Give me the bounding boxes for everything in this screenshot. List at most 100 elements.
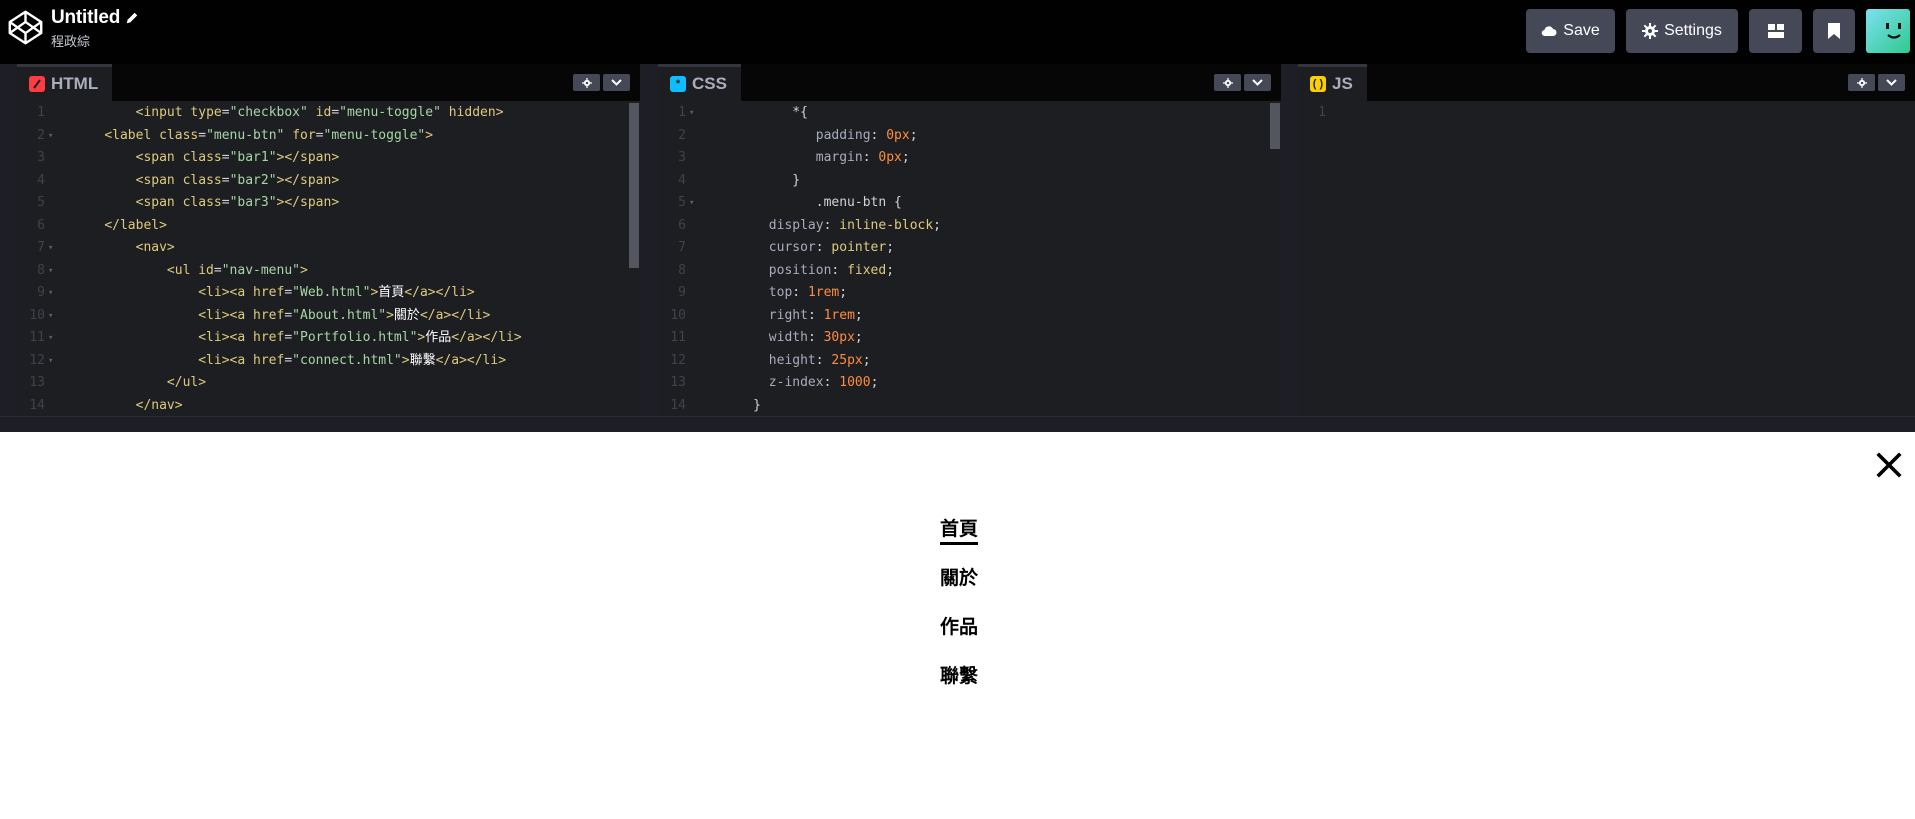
code-token: width (768, 330, 808, 345)
code-line[interactable]: 10 ▾ <li><a href="About.html">關於</a></li> (17, 305, 640, 327)
js-collapse-button[interactable] (1878, 74, 1905, 91)
code-line[interactable]: 12 height: 25px; (658, 350, 1281, 372)
html-scrollbar[interactable] (629, 103, 639, 268)
code-line[interactable]: 1 (1298, 102, 1915, 124)
nav-link[interactable]: 首頁 (940, 514, 979, 545)
css-code-area[interactable]: 1 ▾ *{2 padding: 0px; 3 margin: 0px; 4 } 5 ▾ … (658, 101, 1281, 416)
code-line[interactable]: 9 ▾ <li><a href="Web.html">首頁</a></li> (17, 282, 640, 304)
user-avatar[interactable] (1866, 9, 1910, 53)
html-settings-button[interactable] (573, 74, 600, 91)
code-line[interactable]: 3 <span class="bar1"></span> (17, 147, 640, 169)
code-token: <span (135, 172, 183, 188)
pen-author[interactable]: 程政綜 (51, 31, 139, 50)
line-number: 14 (670, 397, 686, 413)
code-token: "bar2" (229, 172, 277, 188)
code-line[interactable]: 3 margin: 0px; (658, 147, 1281, 169)
code-line[interactable]: 8 position: fixed; (658, 260, 1281, 282)
code-line[interactable]: 11 ▾ <li><a href="Portfolio.html">作品</a><… (17, 327, 640, 349)
code-line[interactable]: 11 width: 30px; (658, 327, 1281, 349)
code-line[interactable]: 8 ▾ <ul id="nav-menu"> (17, 260, 640, 282)
code-line[interactable]: 1 <input type="checkbox" id="menu-toggle… (17, 102, 640, 124)
codepen-logo-icon[interactable] (7, 9, 44, 46)
code-line[interactable]: 12 ▾ <li><a href="connect.html">聯繫</a></l… (17, 350, 640, 372)
fold-arrow-icon[interactable]: ▾ (689, 192, 694, 214)
line-number: 2 (678, 127, 686, 143)
css-scrollbar[interactable] (1270, 103, 1280, 149)
code-token: } (792, 172, 801, 188)
settings-button[interactable]: Settings (1626, 9, 1738, 53)
fold-arrow-icon[interactable]: ▾ (48, 260, 53, 282)
code-line[interactable]: 4 <span class="bar2"></span> (17, 170, 640, 192)
save-button[interactable]: Save (1526, 9, 1615, 53)
code-line[interactable]: 6 display: inline-block; (658, 215, 1281, 237)
code-text: .menu-btn { (714, 192, 902, 214)
code-line[interactable]: 14 </nav> (17, 395, 640, 417)
js-settings-button[interactable] (1848, 74, 1875, 91)
nav-link[interactable]: 聯繫 (940, 661, 978, 688)
fold-arrow-icon[interactable]: ▾ (48, 282, 53, 304)
fold-arrow-icon[interactable]: ▾ (48, 305, 53, 327)
preview-resize-handle[interactable] (0, 416, 1915, 432)
html-code-area[interactable]: 1 <input type="checkbox" id="menu-toggle… (17, 101, 640, 416)
code-line[interactable]: 9 top: 1rem; (658, 282, 1281, 304)
close-icon[interactable] (1873, 449, 1905, 481)
code-line[interactable]: 5 ▾ .menu-btn { (658, 192, 1281, 214)
avatar-face-icon (1866, 9, 1910, 53)
code-token: id (315, 105, 332, 120)
code-line[interactable]: 1 ▾ *{ (658, 102, 1281, 124)
fold-arrow-icon[interactable]: ▾ (689, 102, 694, 124)
bookmark-button[interactable] (1813, 9, 1855, 53)
code-token: class (159, 127, 199, 143)
code-line[interactable]: 2 padding: 0px; (658, 125, 1281, 147)
tab-html[interactable]: HTML (17, 64, 113, 101)
nav-link[interactable]: 關於 (940, 563, 978, 590)
code-token: = (284, 330, 293, 345)
fold-arrow-icon[interactable]: ▾ (48, 327, 53, 349)
code-token: > (401, 352, 410, 368)
code-token: "connect.html" (292, 352, 402, 368)
line-number: 6 (678, 217, 686, 233)
nav-link[interactable]: 作品 (940, 612, 978, 639)
js-code-area[interactable]: 1 (1298, 101, 1915, 416)
code-text: z-index: 1000; (714, 372, 879, 394)
fold-arrow-icon[interactable]: ▾ (48, 350, 53, 372)
code-line[interactable]: 5 <span class="bar3"></span> (17, 192, 640, 214)
code-line[interactable]: 4 } (658, 170, 1281, 192)
html-collapse-button[interactable] (603, 74, 630, 91)
code-token: : (815, 352, 832, 368)
code-token: = (221, 172, 230, 188)
code-token: </a></li> (451, 330, 522, 345)
css-settings-button[interactable] (1214, 74, 1241, 91)
code-line[interactable]: 7 cursor: pointer; (658, 237, 1281, 259)
code-line[interactable]: 13 z-index: 1000; (658, 372, 1281, 394)
bookmark-icon (1828, 23, 1840, 39)
code-line[interactable]: 14 } (658, 395, 1281, 417)
tab-js[interactable]: ( ) JS (1298, 64, 1367, 101)
css-collapse-button[interactable] (1244, 74, 1271, 91)
code-token: > (300, 262, 308, 278)
code-line[interactable]: 7 ▾ <nav> (17, 237, 640, 259)
line-number: 3 (37, 150, 45, 165)
tab-css[interactable]: * CSS (658, 64, 741, 101)
settings-label: Settings (1664, 22, 1722, 39)
code-token: = (213, 262, 222, 278)
chevron-down-icon (611, 79, 622, 86)
code-token: <ul (166, 262, 199, 278)
pen-title[interactable]: Untitled (51, 7, 120, 29)
fold-arrow-icon[interactable]: ▾ (48, 125, 53, 147)
pencil-icon[interactable] (125, 11, 139, 25)
code-line[interactable]: 13 </ul> (17, 372, 640, 394)
code-line[interactable]: 6 </label> (17, 215, 640, 237)
fold-arrow-icon[interactable]: ▾ (48, 237, 53, 259)
code-line[interactable]: 2 ▾ <label class="menu-btn" for="menu-tog… (17, 125, 640, 147)
change-view-button[interactable] (1749, 9, 1802, 53)
line-number: 6 (37, 217, 45, 233)
code-text: display: inline-block; (714, 215, 941, 237)
code-token: ; (909, 127, 918, 143)
code-line[interactable]: 10 right: 1rem; (658, 305, 1281, 327)
